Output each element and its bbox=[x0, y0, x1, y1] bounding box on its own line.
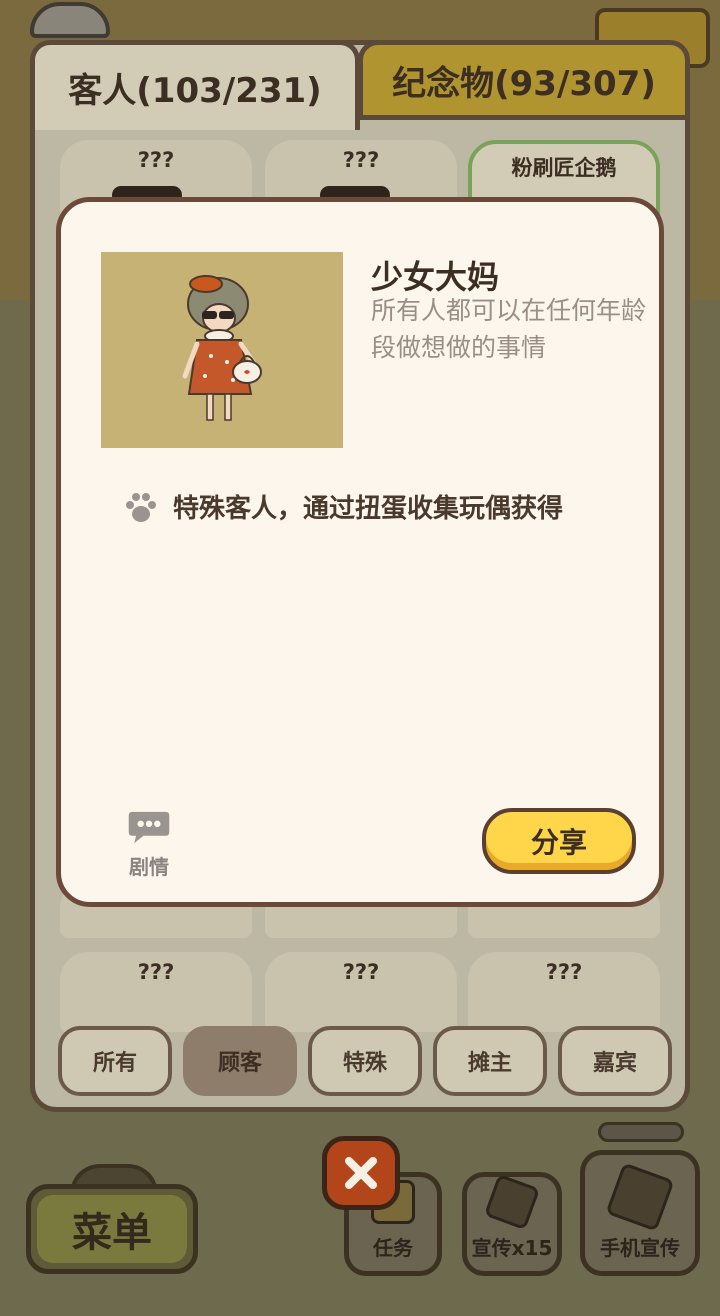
guest-detail-modal: 少女大妈 所有人都可以在任何年龄段做想做的事情 特殊客人，通过扭蛋收集玩偶获得 … bbox=[56, 197, 664, 907]
filter-all[interactable]: 所有 bbox=[58, 1026, 172, 1096]
share-label: 分享 bbox=[530, 826, 587, 859]
paw-icon bbox=[126, 493, 156, 522]
story-button[interactable]: 剧情 bbox=[121, 810, 177, 880]
guest-card-label: ??? bbox=[137, 960, 175, 984]
filter-label: 顾客 bbox=[217, 1051, 262, 1076]
guest-character-illustration bbox=[182, 275, 262, 421]
filter-vendors[interactable]: 摊主 bbox=[433, 1026, 547, 1096]
progress-pill bbox=[598, 1122, 684, 1142]
menu-button[interactable]: 菜单 bbox=[26, 1184, 198, 1274]
guest-card-label: ??? bbox=[342, 960, 380, 984]
guest-description: 所有人都可以在任何年龄段做想做的事情 bbox=[371, 296, 647, 362]
phone-promo-button[interactable]: 手机宣传 bbox=[580, 1150, 700, 1276]
promo-button[interactable]: 宣传x15 bbox=[462, 1172, 562, 1276]
filter-label: 所有 bbox=[92, 1051, 137, 1076]
guest-card[interactable]: ??? bbox=[468, 952, 660, 1032]
phone-promo-label: 手机宣传 bbox=[600, 1236, 680, 1260]
close-icon bbox=[345, 1157, 377, 1189]
filter-label: 嘉宾 bbox=[592, 1051, 637, 1076]
tab-souvenirs-label: 纪念物(93/307) bbox=[392, 63, 656, 104]
share-button[interactable]: 分享 bbox=[482, 808, 636, 874]
promo-label: 宣传x15 bbox=[471, 1236, 553, 1260]
guest-card-label: ??? bbox=[545, 960, 583, 984]
menu-label: 菜单 bbox=[72, 1210, 152, 1256]
task-label: 任务 bbox=[373, 1236, 413, 1260]
guest-portrait bbox=[101, 252, 343, 448]
phone-icon bbox=[605, 1162, 675, 1232]
speech-bubble-icon bbox=[128, 811, 170, 844]
obtain-method-text: 特殊客人，通过扭蛋收集玩偶获得 bbox=[173, 494, 564, 524]
story-label: 剧情 bbox=[129, 855, 169, 879]
phone-icon bbox=[483, 1173, 541, 1231]
close-button[interactable] bbox=[322, 1136, 400, 1210]
filter-customers[interactable]: 顾客 bbox=[183, 1026, 297, 1096]
background-decoration bbox=[30, 2, 110, 38]
tab-guests-label: 客人(103/231) bbox=[68, 71, 322, 111]
filter-label: 特殊 bbox=[342, 1051, 387, 1076]
tab-guests[interactable]: 客人(103/231) bbox=[30, 40, 360, 130]
filter-label: 摊主 bbox=[467, 1051, 512, 1076]
filter-guests[interactable]: 嘉宾 bbox=[558, 1026, 672, 1096]
guest-card[interactable]: ??? bbox=[265, 952, 457, 1032]
filter-special[interactable]: 特殊 bbox=[308, 1026, 422, 1096]
filter-bar: 所有 顾客 特殊 摊主 嘉宾 bbox=[58, 1026, 674, 1098]
tab-souvenirs[interactable]: 纪念物(93/307) bbox=[358, 40, 690, 120]
guest-card[interactable]: ??? bbox=[60, 952, 252, 1032]
